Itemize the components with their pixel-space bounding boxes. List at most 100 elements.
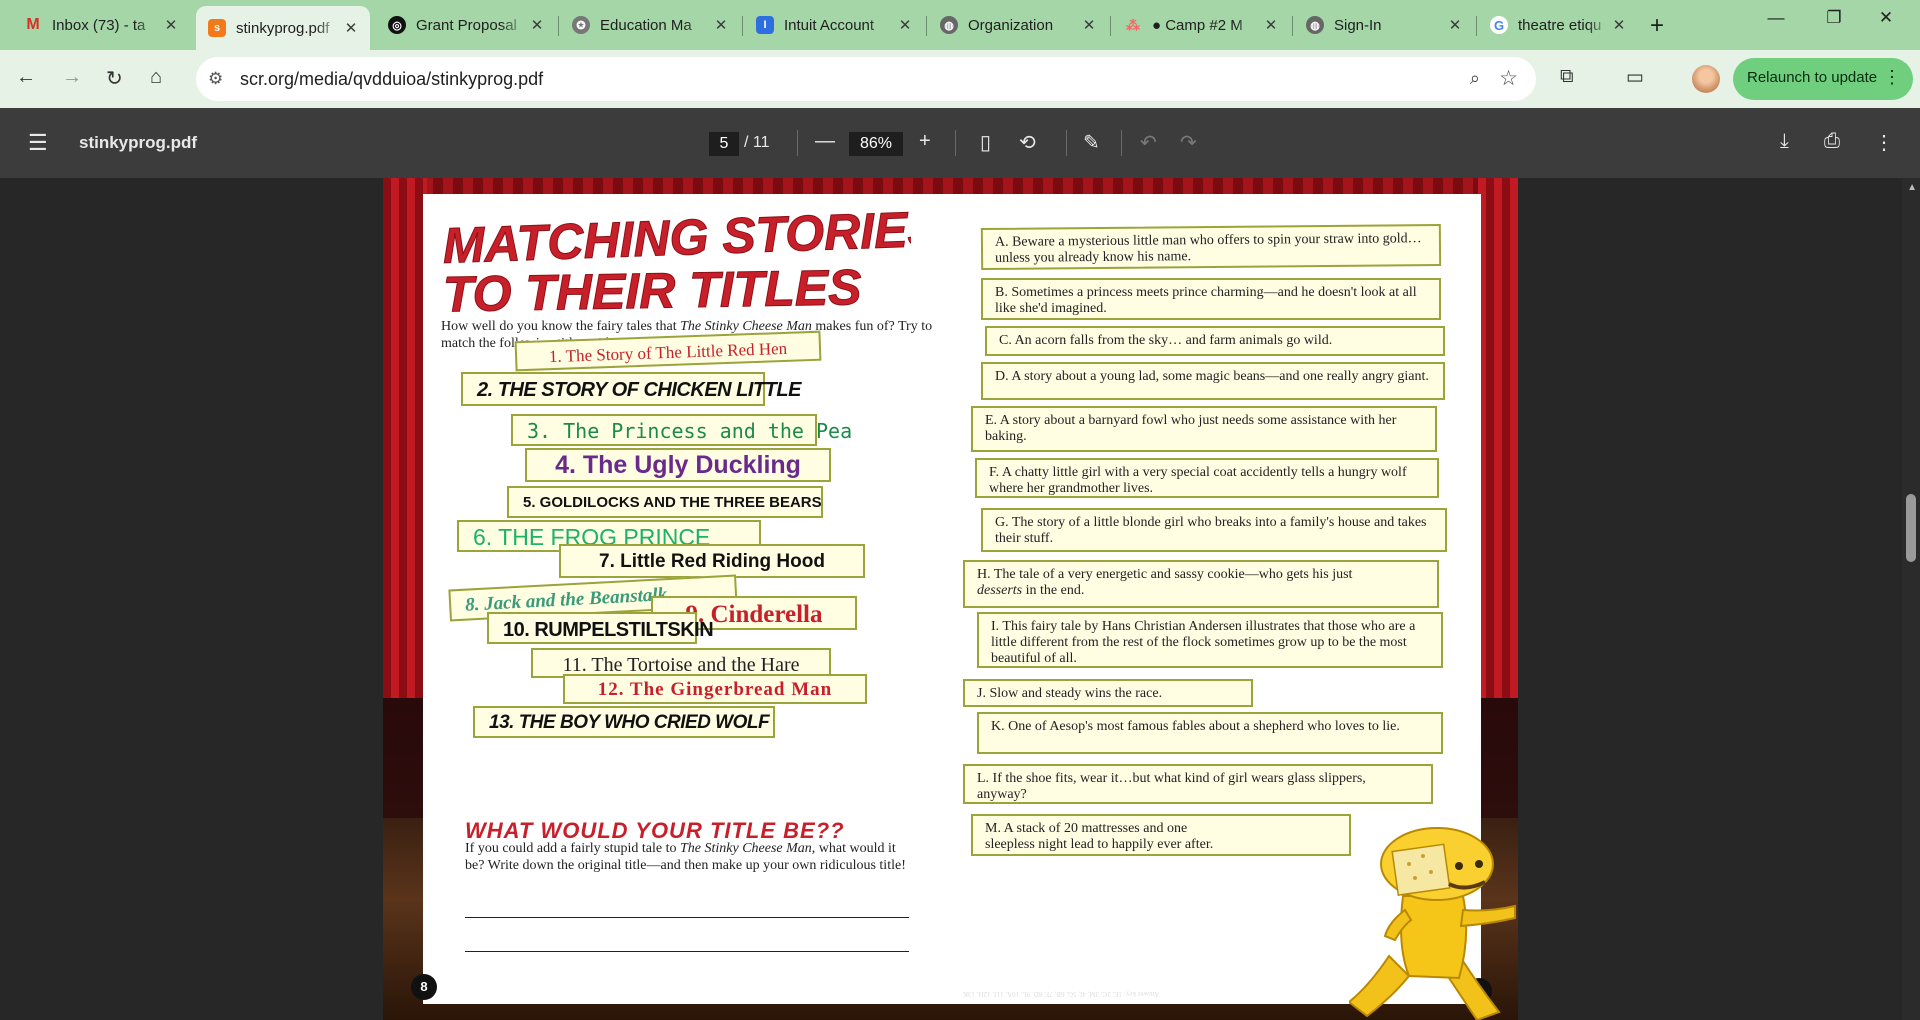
description-e: E. A story about a barnyard fowl who jus…: [971, 406, 1437, 452]
home-icon[interactable]: ⌂: [150, 66, 162, 89]
download-icon[interactable]: ⤓: [1780, 130, 1789, 153]
toolbar-divider: [797, 130, 798, 156]
globe-icon: ◍: [1306, 16, 1324, 34]
tab-separator: [1476, 16, 1477, 36]
description-l: L. If the shoe fits, wear it…but what ki…: [963, 764, 1433, 804]
description-i: I. This fairy tale by Hans Christian And…: [977, 612, 1443, 668]
browser-toolbar: ← → ↻ ⌂ ⚙ scr.org/media/qvdduioa/stinkyp…: [0, 50, 1920, 108]
scrollbar-thumb[interactable]: [1906, 494, 1916, 562]
tab-separator: [1110, 16, 1111, 36]
back-icon[interactable]: ←: [16, 66, 36, 89]
description-g: G. The story of a little blonde girl who…: [981, 508, 1447, 552]
description-j: J. Slow and steady wins the race.: [963, 679, 1253, 707]
toolbar-divider: [1066, 130, 1067, 156]
pdf-page: MATCHING STORIES TO THEIR TITLES How wel…: [411, 194, 1492, 1004]
answer-line-2: [465, 951, 909, 952]
new-tab-icon[interactable]: +: [1650, 12, 1664, 40]
zoom-out-icon[interactable]: —: [815, 130, 835, 153]
zoom-in-icon[interactable]: +: [919, 130, 931, 153]
answer-line-1: [465, 917, 909, 918]
relaunch-button[interactable]: Relaunch to update ⋮: [1733, 58, 1913, 100]
restore-icon[interactable]: ❐: [1814, 8, 1854, 28]
close-window-icon[interactable]: ✕: [1866, 8, 1906, 28]
more-vert-icon[interactable]: ⋮: [1874, 130, 1894, 155]
undo-icon[interactable]: ↶: [1140, 130, 1157, 155]
tab-theatre[interactable]: G theatre etiqu ✕: [1478, 6, 1638, 44]
tab-education[interactable]: ✪ Education Ma ✕: [560, 6, 740, 44]
close-tab-icon[interactable]: ✕: [896, 16, 914, 34]
tab-sign-in[interactable]: ◍ Sign-In ✕: [1294, 6, 1474, 44]
curtain-right: [1478, 178, 1518, 698]
tab-camp[interactable]: ⁂ ● Camp #2 M ✕: [1112, 6, 1290, 44]
title-line-2: TO THEIR TITLES: [442, 259, 861, 318]
close-tab-icon[interactable]: ✕: [342, 19, 360, 37]
page-number-input[interactable]: 5: [709, 132, 739, 156]
bookmark-star-icon[interactable]: ☆: [1499, 66, 1518, 91]
more-vert-icon[interactable]: ⋮: [1883, 67, 1901, 88]
seal-icon: ✪: [572, 16, 590, 34]
description-d: D. A story about a young lad, some magic…: [981, 362, 1445, 400]
address-bar[interactable]: ⚙ scr.org/media/qvdduioa/stinkyprog.pdf …: [196, 57, 1536, 101]
scrollbar[interactable]: ▲: [1902, 178, 1920, 1020]
tab-gmail[interactable]: M Inbox (73) - ta ✕: [12, 6, 190, 44]
title-label-13: 13. THE BOY WHO CRIED WOLF: [473, 706, 775, 738]
description-m: M. A stack of 20 mattresses and one slee…: [971, 814, 1351, 856]
scroll-up-icon[interactable]: ▲: [1907, 182, 1917, 193]
close-tab-icon[interactable]: ✕: [162, 16, 180, 34]
close-tab-icon[interactable]: ✕: [712, 16, 730, 34]
url-text[interactable]: scr.org/media/qvdduioa/stinkyprog.pdf: [240, 69, 543, 90]
pdf-viewer[interactable]: MATCHING STORIES TO THEIR TITLES How wel…: [0, 178, 1920, 1020]
answer-key: Answer key: 1E, 2C, 3M, 4I, 5G, 6B, 7F, …: [963, 990, 1160, 998]
close-tab-icon[interactable]: ✕: [1262, 16, 1280, 34]
description-h: H. The tale of a very energetic and sass…: [963, 560, 1439, 608]
close-tab-icon[interactable]: ✕: [528, 16, 546, 34]
description-k: K. One of Aesop's most famous fables abo…: [977, 712, 1443, 754]
tab-separator: [926, 16, 927, 36]
toolbar-divider: [1121, 130, 1122, 156]
page-number-left: 8: [411, 974, 437, 1000]
hamburger-icon[interactable]: ☰: [28, 130, 48, 156]
title-label-12: 12. The Gingerbread Man: [563, 674, 867, 704]
reload-icon[interactable]: ↻: [106, 66, 123, 91]
tab-search-icon[interactable]: ▭: [1626, 66, 1644, 89]
print-icon[interactable]: ⎙: [1824, 130, 1840, 153]
title-label-7: 7. Little Red Riding Hood: [559, 544, 865, 578]
description-a: A. Beware a mysterious little man who of…: [980, 223, 1442, 271]
tab-grant-proposal[interactable]: ◎ Grant Proposal ✕: [376, 6, 556, 44]
intuit-icon: I: [756, 16, 774, 34]
curtain-left: [383, 178, 427, 698]
zoom-icon[interactable]: ⌕: [1470, 68, 1480, 89]
extensions-icon[interactable]: ⧉: [1560, 66, 1574, 88]
page-title: MATCHING STORIES TO THEIR TITLES: [441, 208, 911, 318]
description-f: F. A chatty little girl with a very spec…: [975, 458, 1439, 498]
gmail-icon: M: [26, 16, 40, 33]
minimize-icon[interactable]: —: [1756, 8, 1796, 28]
rotate-icon[interactable]: ⟲: [1019, 130, 1036, 155]
toolbar-divider: [955, 130, 956, 156]
close-tab-icon[interactable]: ✕: [1080, 16, 1098, 34]
cheese-man-illustration: [1349, 827, 1516, 1020]
close-tab-icon[interactable]: ✕: [1446, 16, 1464, 34]
fit-page-icon[interactable]: ▯: [980, 130, 991, 155]
globe-icon: ◍: [940, 16, 958, 34]
tab-organization[interactable]: ◍ Organization ✕: [928, 6, 1108, 44]
title-label-2: 2. THE STORY OF CHICKEN LITTLE: [461, 372, 801, 406]
redo-icon[interactable]: ↷: [1180, 130, 1197, 155]
close-tab-icon[interactable]: ✕: [1610, 16, 1628, 34]
subheading-text: If you could add a fairly stupid tale to…: [465, 841, 906, 873]
forward-icon[interactable]: →: [62, 66, 82, 89]
tab-stinkyprog[interactable]: s stinkyprog.pdf ✕: [196, 6, 370, 50]
site-info-icon[interactable]: ⚙: [208, 69, 223, 89]
tab-separator: [1292, 16, 1293, 36]
page-total: / 11: [744, 134, 770, 151]
page-spread: MATCHING STORIES TO THEIR TITLES How wel…: [383, 178, 1518, 1020]
description-c: C. An acorn falls from the sky… and farm…: [985, 326, 1445, 356]
tab-intuit[interactable]: I Intuit Account ✕: [744, 6, 924, 44]
pdf-toolbar: ☰ stinkyprog.pdf 5 / 11 — 86% + ▯ ⟲ ✎ ↶ …: [0, 108, 1920, 178]
curtain-valance: [383, 178, 1518, 194]
profile-avatar[interactable]: [1692, 65, 1720, 93]
annotate-pen-icon[interactable]: ✎: [1083, 130, 1100, 155]
tab-separator: [558, 16, 559, 36]
asana-icon: ⁂: [1126, 16, 1140, 33]
zoom-input[interactable]: 86%: [849, 132, 903, 156]
